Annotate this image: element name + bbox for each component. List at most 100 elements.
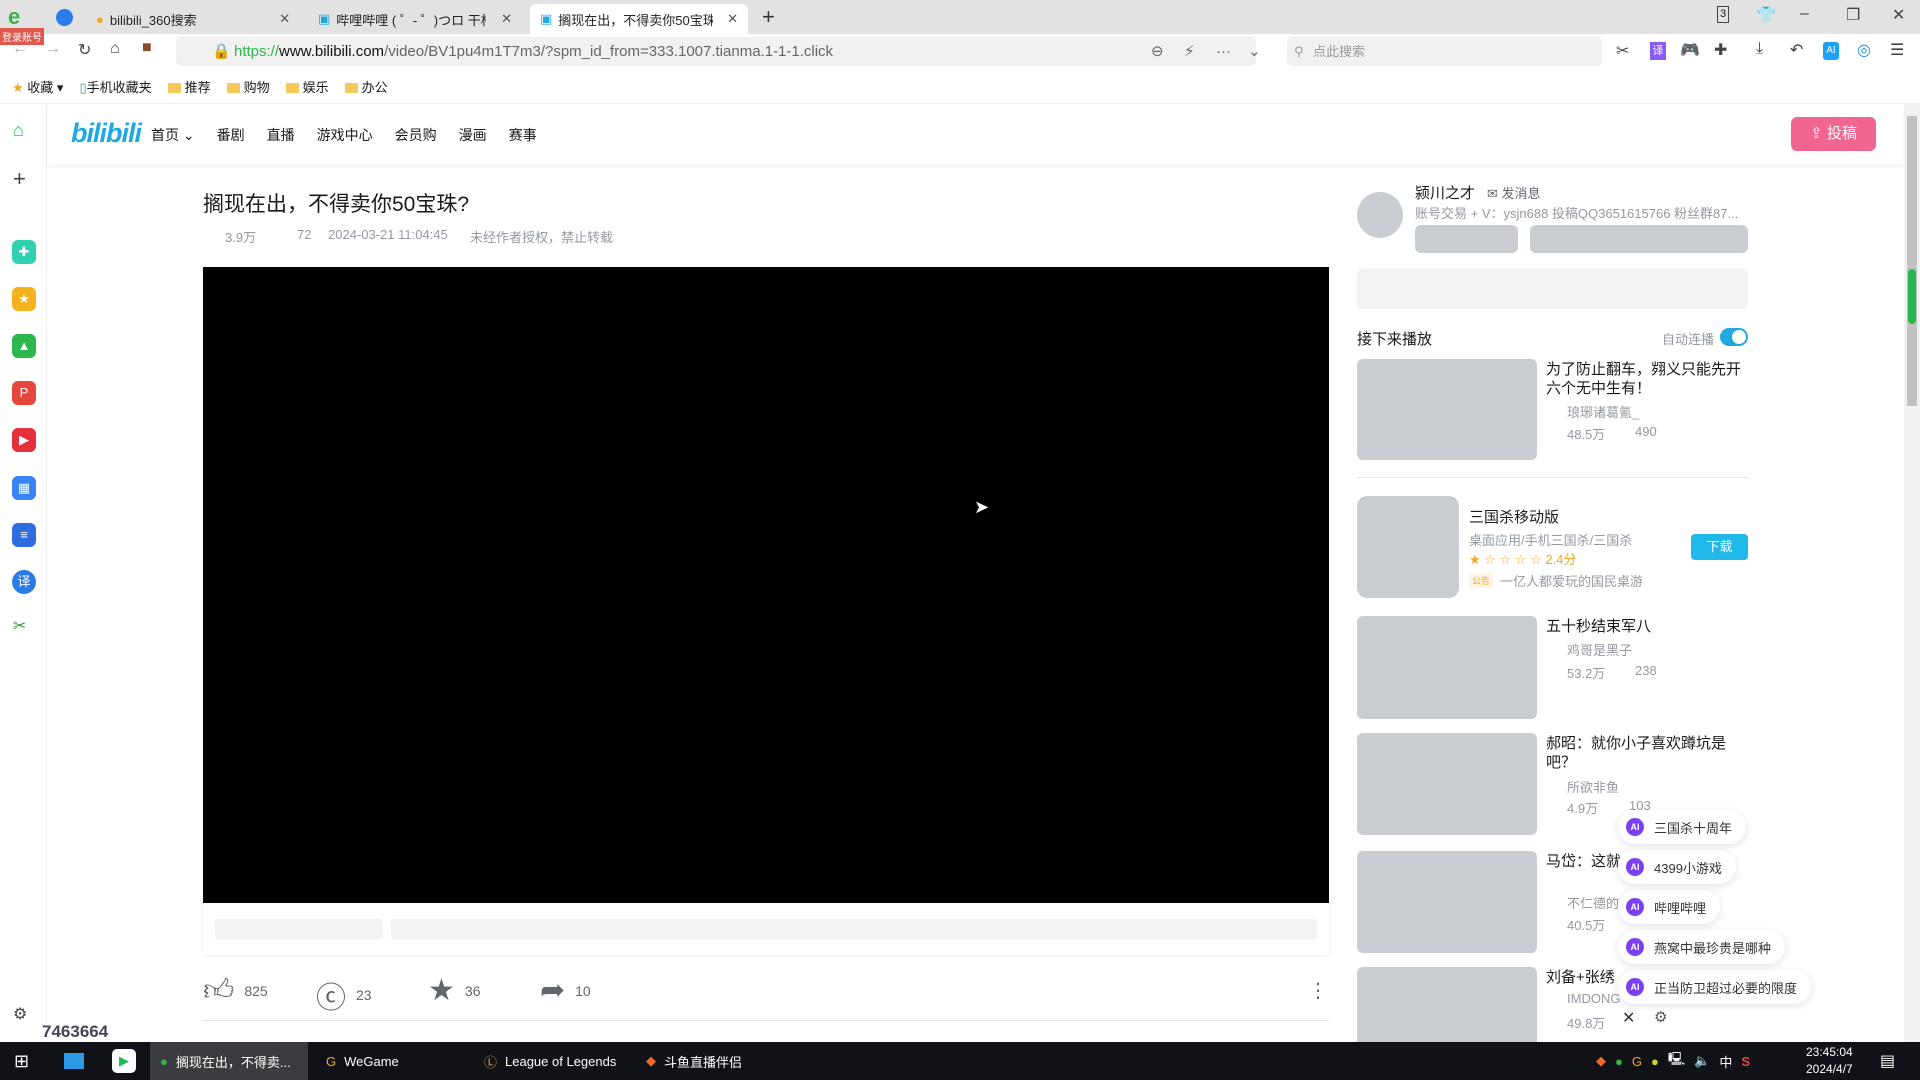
autoplay-toggle[interactable] xyxy=(1720,328,1748,346)
scrollbar-thumb[interactable] xyxy=(1907,116,1917,406)
douyu-tray-icon[interactable]: ◆ xyxy=(1596,1053,1606,1069)
volume-icon[interactable]: 🔈 xyxy=(1694,1053,1710,1069)
uploader-name[interactable]: 颍川之才 xyxy=(1415,182,1475,203)
tab-360-search[interactable]: ● bilibili_360搜索 ✕ xyxy=(86,4,300,34)
forward-button[interactable]: → xyxy=(45,40,61,58)
video-thumbnail[interactable] xyxy=(1357,616,1537,719)
nav-shop[interactable]: 会员购 xyxy=(395,125,437,145)
video-author[interactable]: 鸡哥是黑子 xyxy=(1567,640,1632,659)
accelerator-tray-icon[interactable]: ● xyxy=(1651,1054,1659,1069)
nav-anime[interactable]: 番剧 xyxy=(217,125,245,145)
translate-icon[interactable]: 译 xyxy=(12,570,36,594)
doc-ai-icon[interactable]: ≡ xyxy=(12,523,36,547)
bookmark-folder[interactable]: 推荐 xyxy=(167,77,211,96)
plugin-icon[interactable]: ✚ xyxy=(12,240,36,264)
video-author[interactable]: 琅琊诸葛氪_ xyxy=(1567,402,1639,421)
video-thumbnail[interactable] xyxy=(1357,359,1537,460)
undo-icon[interactable]: ↶ xyxy=(1790,40,1803,60)
address-bar[interactable]: 🔒 https://www.bilibili.com/video/BV1pu4m… xyxy=(176,37,1261,66)
video-author[interactable]: 所欲非鱼 xyxy=(1567,777,1619,796)
nav-manga[interactable]: 漫画 xyxy=(459,125,487,145)
ai-icon[interactable]: AI xyxy=(1823,42,1839,60)
video-title[interactable]: 为了防止翻车，翙义只能先开六个无中生有！ xyxy=(1546,360,1746,398)
download-button[interactable]: 下载 xyxy=(1691,534,1748,560)
scissors-icon[interactable]: ✂ xyxy=(13,616,26,636)
bookmark-mobile[interactable]: ▯手机收藏夹 xyxy=(79,77,151,96)
close-icon[interactable]: ✕ xyxy=(279,11,290,27)
add-icon[interactable]: + xyxy=(13,166,26,192)
notification-icon[interactable]: ▤ xyxy=(1880,1042,1895,1080)
tab-current-video[interactable]: ▣ 搁现在出，不得卖你50宝珠? ✕ xyxy=(530,4,748,34)
lightning-icon[interactable]: ⚡ xyxy=(1184,37,1195,66)
share-button[interactable]: ➦ 10 xyxy=(540,973,591,1008)
browser-tray-icon[interactable]: ● xyxy=(1615,1054,1623,1069)
close-icon[interactable]: ✕ xyxy=(501,11,512,27)
network-icon[interactable]: 🖳 xyxy=(1668,1050,1685,1072)
video-title[interactable]: 郝昭：就你小子喜欢蹲坑是吧？ xyxy=(1546,734,1746,772)
game-title[interactable]: 三国杀移动版 xyxy=(1469,506,1559,527)
nav-game-center[interactable]: 游戏中心 xyxy=(317,125,373,145)
game-icon[interactable] xyxy=(1357,496,1459,598)
ai-suggestion[interactable]: AI 正当防卫超过必要的限度 xyxy=(1618,970,1812,1004)
wegame-tray-icon[interactable]: G xyxy=(1632,1054,1642,1069)
settings-icon[interactable]: ⚙ xyxy=(13,1004,27,1024)
task-view-icon[interactable] xyxy=(64,1042,84,1080)
nav-live[interactable]: 直播 xyxy=(267,125,295,145)
close-icon[interactable]: ✕ xyxy=(727,11,738,27)
search-input[interactable]: ⚲ 点此搜索 xyxy=(1287,37,1602,66)
favorites-icon[interactable]: ★ xyxy=(12,287,36,311)
send-message-link[interactable]: ✉ 发消息 xyxy=(1487,183,1541,202)
nav-esports[interactable]: 赛事 xyxy=(509,125,537,145)
game-icon[interactable]: 🎮 xyxy=(1680,40,1700,60)
bookmark-folder[interactable]: 购物 xyxy=(226,77,270,96)
ai-suggestion[interactable]: AI 哔哩哔哩 xyxy=(1618,890,1721,924)
coin-button[interactable]: ⓒ 23 xyxy=(316,973,372,1017)
clock[interactable]: 23:45:04 2024/4/7 xyxy=(1806,1044,1853,1078)
video-thumbnail[interactable] xyxy=(1357,967,1537,1042)
like-button[interactable]: 👍︎ 825 xyxy=(203,973,268,1009)
close-suggestions-icon[interactable]: ✕ xyxy=(1622,1008,1635,1028)
briefcase-icon[interactable]: ■ xyxy=(142,39,152,57)
restore-button[interactable]: ❐ xyxy=(1846,5,1860,25)
tab-bilibili-home[interactable]: ▣ 哔哩哔哩 ( ゜- ゜)つロ 干杯~-b ✕ xyxy=(308,4,522,34)
image-ai-icon[interactable]: ▲ xyxy=(12,334,36,358)
ime-indicator[interactable]: 中 xyxy=(1719,1052,1732,1071)
danmaku-input[interactable] xyxy=(391,919,1317,939)
video-author[interactable]: IMDONG xyxy=(1567,991,1620,1006)
bilibili-logo[interactable]: bilibili xyxy=(71,118,142,149)
reload-button[interactable]: ↻ xyxy=(78,40,91,60)
video-player-icon[interactable]: ▶ xyxy=(112,1042,136,1080)
settings-icon[interactable]: ⚙ xyxy=(1654,1008,1667,1026)
taskbar-app-lol[interactable]: Ⓛ League of Legends xyxy=(480,1042,635,1080)
video-thumbnail[interactable] xyxy=(1357,733,1537,835)
compass-icon[interactable] xyxy=(56,9,73,26)
home-icon[interactable]: ⌂ xyxy=(13,120,24,141)
more-options-icon[interactable]: ⋮ xyxy=(1308,978,1328,1003)
chart-ai-icon[interactable]: ▦ xyxy=(12,476,36,500)
home-button[interactable]: ⌂ xyxy=(110,40,120,58)
ai-suggestion[interactable]: AI 4399小游戏 xyxy=(1618,850,1736,884)
sync-icon[interactable]: ◎ xyxy=(1857,40,1871,60)
bookmark-folder[interactable]: 办公 xyxy=(344,77,388,96)
video-thumbnail[interactable] xyxy=(1357,851,1537,953)
taskbar-app-douyu[interactable]: ◆ 斗鱼直播伴侣 xyxy=(642,1042,797,1080)
login-badge[interactable]: 登录账号 xyxy=(0,28,44,45)
favorite-button[interactable]: ★ 36 xyxy=(428,973,480,1008)
zoom-icon[interactable]: ⊖ xyxy=(1151,37,1164,66)
upload-button[interactable]: ⇪ 投稿 xyxy=(1791,117,1876,151)
video-title[interactable]: 五十秒结束军八 xyxy=(1546,617,1746,636)
extensions-icon[interactable]: ✚ xyxy=(1714,40,1727,60)
video-ai-icon[interactable]: ▶ xyxy=(12,428,36,452)
close-window-button[interactable]: ✕ xyxy=(1892,5,1905,25)
skin-icon[interactable]: 👕 xyxy=(1756,5,1776,25)
pdf-ai-icon[interactable]: P xyxy=(12,381,36,405)
page-scrollbar[interactable] xyxy=(1904,104,1920,1042)
bookmark-folder[interactable]: 娱乐 xyxy=(285,77,329,96)
minimize-button[interactable]: – xyxy=(1800,5,1809,23)
menu-icon[interactable]: ☰ xyxy=(1890,40,1904,60)
more-icon[interactable]: ··· xyxy=(1216,37,1231,66)
charge-button[interactable] xyxy=(1415,225,1518,253)
sogou-icon[interactable]: S xyxy=(1741,1054,1750,1069)
nav-home[interactable]: 首页 ⌄ xyxy=(151,125,195,145)
ai-suggestion[interactable]: AI 三国杀十周年 xyxy=(1618,810,1747,844)
